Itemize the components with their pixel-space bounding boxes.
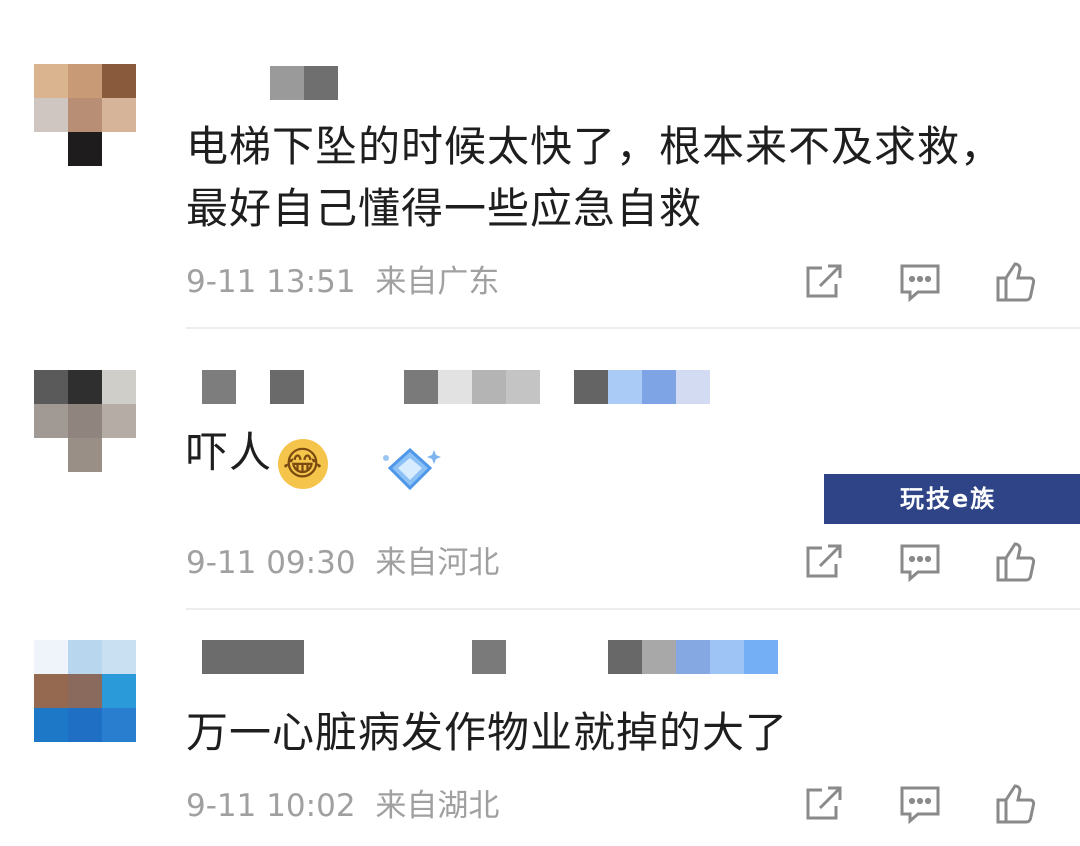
comment-text: 电梯下坠的时候太快了，根本来不及求救，最好自己懂得一些应急自救	[186, 122, 1004, 233]
comment-time: 9-11 10:02	[186, 788, 356, 824]
comment-location: 来自广东	[375, 264, 500, 300]
username-blurred[interactable]	[186, 640, 786, 674]
comment-location: 来自湖北	[375, 788, 500, 824]
like-button[interactable]	[992, 258, 1040, 306]
thumbs-up-icon	[996, 542, 1036, 582]
gem-sticker-icon	[383, 447, 441, 491]
reply-button[interactable]	[896, 258, 944, 306]
divider	[186, 608, 1080, 610]
comment-meta: 9-11 09:30 来自河北	[186, 543, 509, 583]
share-button[interactable]	[800, 258, 848, 306]
comment-time: 9-11 09:30	[186, 545, 356, 581]
comment-actions	[796, 258, 1046, 308]
comment-meta: 9-11 13:51 来自广东	[186, 262, 509, 302]
laughing-crying-emoji-icon: 😂	[278, 439, 329, 489]
comment-meta: 9-11 10:02 来自湖北	[186, 786, 509, 826]
avatar[interactable]	[34, 640, 136, 742]
comment-actions	[796, 538, 1046, 588]
comment-icon	[900, 264, 940, 303]
username-blurred[interactable]	[186, 66, 346, 100]
share-button[interactable]	[800, 780, 848, 828]
comment-icon	[900, 786, 940, 825]
share-icon	[806, 544, 842, 578]
share-button[interactable]	[800, 538, 848, 586]
thumbs-up-icon	[996, 262, 1036, 302]
comment-location: 来自河北	[375, 545, 500, 581]
like-button[interactable]	[992, 780, 1040, 828]
share-icon	[806, 786, 842, 820]
share-icon	[806, 264, 842, 298]
comment-time: 9-11 13:51	[186, 264, 356, 300]
username-blurred[interactable]	[186, 370, 726, 404]
divider	[186, 327, 1080, 329]
reply-button[interactable]	[896, 780, 944, 828]
comment-icon	[900, 544, 940, 583]
watermark-logo: 玩技e族	[824, 474, 1080, 524]
comment-actions	[796, 780, 1046, 830]
reply-button[interactable]	[896, 538, 944, 586]
thumbs-up-icon	[996, 784, 1036, 824]
comment-text: 万一心脏病发作物业就掉的大了	[186, 708, 789, 757]
like-button[interactable]	[992, 538, 1040, 586]
avatar[interactable]	[34, 64, 136, 166]
avatar[interactable]	[34, 370, 136, 472]
